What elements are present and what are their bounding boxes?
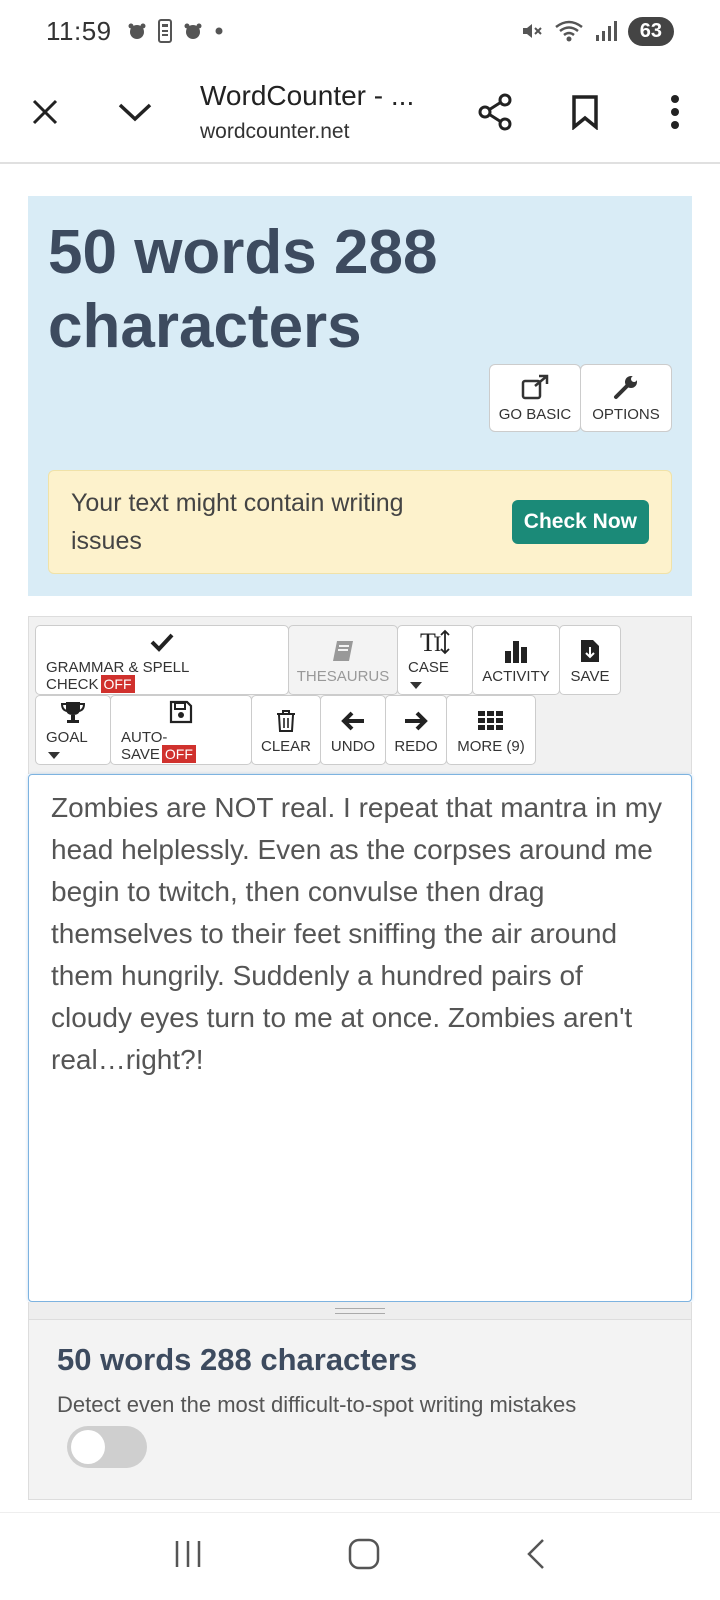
checkmark-icon [150, 627, 174, 657]
notification-bug-icon [128, 23, 146, 39]
undo-button[interactable]: UNDO [320, 695, 386, 765]
auto-save-label: AUTO-SAVE [121, 729, 168, 763]
more-vert-icon [671, 95, 679, 129]
wifi-icon [554, 20, 583, 42]
page-title: WordCounter - ... [200, 80, 415, 111]
book-icon [331, 636, 355, 666]
notice-text: Your text might contain writing issues [71, 489, 404, 555]
dot-icon [215, 27, 223, 35]
recent-apps-icon [175, 1541, 200, 1567]
options-button[interactable]: OPTIONS [580, 364, 672, 432]
toggle-knob [71, 1430, 105, 1464]
arrow-left-icon [340, 706, 366, 736]
back-button[interactable] [525, 1538, 547, 1575]
system-nav-bar [0, 1512, 720, 1600]
file-download-icon [579, 636, 601, 666]
external-link-icon [521, 374, 549, 399]
toolbar-row-1: GRAMMAR & SPELL CHECK OFF THESAURUS TI CA… [35, 625, 685, 695]
close-tab-button[interactable] [0, 67, 90, 157]
page-url: wordcounter.net [200, 120, 350, 143]
arrow-right-icon [403, 706, 429, 736]
writing-issues-notice: Your text might contain writing issues C… [48, 470, 672, 574]
auto-save-off-badge: OFF [161, 745, 196, 763]
main-content: 50 words 288 characters GO BASIC OPTIONS… [28, 196, 692, 1500]
undo-label: UNDO [330, 737, 376, 755]
more-tools-button[interactable]: MORE (9) [446, 695, 536, 765]
status-time: 11:59 [46, 15, 112, 46]
status-bar: 11:59 63 [0, 0, 720, 62]
clear-label: CLEAR [260, 737, 312, 755]
grammar-off-badge: OFF [100, 675, 135, 693]
editor-resize-handle[interactable] [28, 1302, 692, 1320]
thesaurus-label: THESAURUS [296, 667, 390, 685]
remote-icon [157, 19, 172, 43]
goal-caret-icon [48, 751, 60, 759]
case-label: CASE [408, 659, 449, 676]
page-title-block[interactable]: WordCounter - ... wordcounter.net [180, 80, 450, 144]
toolbar-row-2: GOAL AUTO-SAVE OFF CLEAR UNDO REDO MORE (… [35, 695, 685, 765]
wrench-icon [614, 375, 637, 399]
grammar-spell-check-button[interactable]: GRAMMAR & SPELL CHECK OFF [35, 625, 289, 695]
options-label: OPTIONS [592, 405, 660, 423]
home-icon [348, 1538, 380, 1570]
check-now-button[interactable]: Check Now [511, 500, 649, 544]
back-icon [527, 1539, 545, 1569]
go-basic-button[interactable]: GO BASIC [489, 364, 581, 432]
word-char-count: 50 words 288 characters [48, 218, 438, 361]
goal-button[interactable]: GOAL [35, 695, 111, 765]
summary-count: 50 words 288 characters [57, 1342, 418, 1377]
browser-toolbar: WordCounter - ... wordcounter.net [0, 62, 720, 164]
go-basic-label: GO BASIC [498, 405, 572, 423]
redo-label: REDO [394, 737, 438, 755]
mute-icon [522, 24, 542, 38]
text-height-icon: TI [420, 627, 450, 657]
goal-label: GOAL [46, 729, 88, 746]
hero-buttons: GO BASIC OPTIONS [489, 364, 672, 432]
battery-indicator: 63 [627, 16, 674, 46]
save-label: SAVE [570, 667, 610, 685]
hero-panel: 50 words 288 characters GO BASIC OPTIONS… [28, 196, 692, 596]
recent-apps-button[interactable] [173, 1539, 203, 1574]
notification-icons [126, 19, 224, 43]
redo-button[interactable]: REDO [385, 695, 447, 765]
thesaurus-button[interactable]: THESAURUS [288, 625, 398, 695]
resize-grip-icon [335, 1307, 385, 1314]
summary-description: Detect even the most difficult-to-spot w… [57, 1392, 577, 1417]
case-caret-icon [410, 681, 422, 689]
share-button[interactable] [450, 67, 540, 157]
grid-icon [477, 706, 505, 736]
auto-save-button[interactable]: AUTO-SAVE OFF [110, 695, 252, 765]
activity-label: ACTIVITY [482, 667, 550, 685]
more-menu-button[interactable] [630, 67, 720, 157]
trophy-icon [60, 697, 86, 727]
bar-chart-icon [503, 636, 529, 666]
bookmark-icon [572, 95, 598, 130]
bookmark-button[interactable] [540, 67, 630, 157]
trash-icon [275, 706, 297, 736]
chevron-down-icon [118, 103, 152, 122]
text-editor[interactable]: Zombies are NOT real. I repeat that mant… [28, 774, 692, 1302]
signal-icon [595, 21, 617, 41]
editor-toolbar: GRAMMAR & SPELL CHECK OFF THESAURUS TI CA… [28, 616, 692, 774]
save-button[interactable]: SAVE [559, 625, 621, 695]
more-label: MORE (9) [457, 737, 525, 755]
collapse-button[interactable] [90, 67, 180, 157]
writing-check-toggle[interactable] [67, 1426, 147, 1468]
share-icon [478, 93, 512, 131]
system-icons: 63 [520, 16, 674, 46]
svg-text:I: I [434, 631, 441, 655]
home-button[interactable] [348, 1538, 380, 1575]
clear-button[interactable]: CLEAR [251, 695, 321, 765]
notification-bug-icon-2 [184, 23, 202, 39]
case-button[interactable]: TI CASE [397, 625, 473, 695]
close-icon [32, 99, 58, 125]
activity-button[interactable]: ACTIVITY [472, 625, 560, 695]
floppy-disk-icon [169, 697, 193, 727]
summary-panel: 50 words 288 characters Detect even the … [28, 1320, 692, 1500]
